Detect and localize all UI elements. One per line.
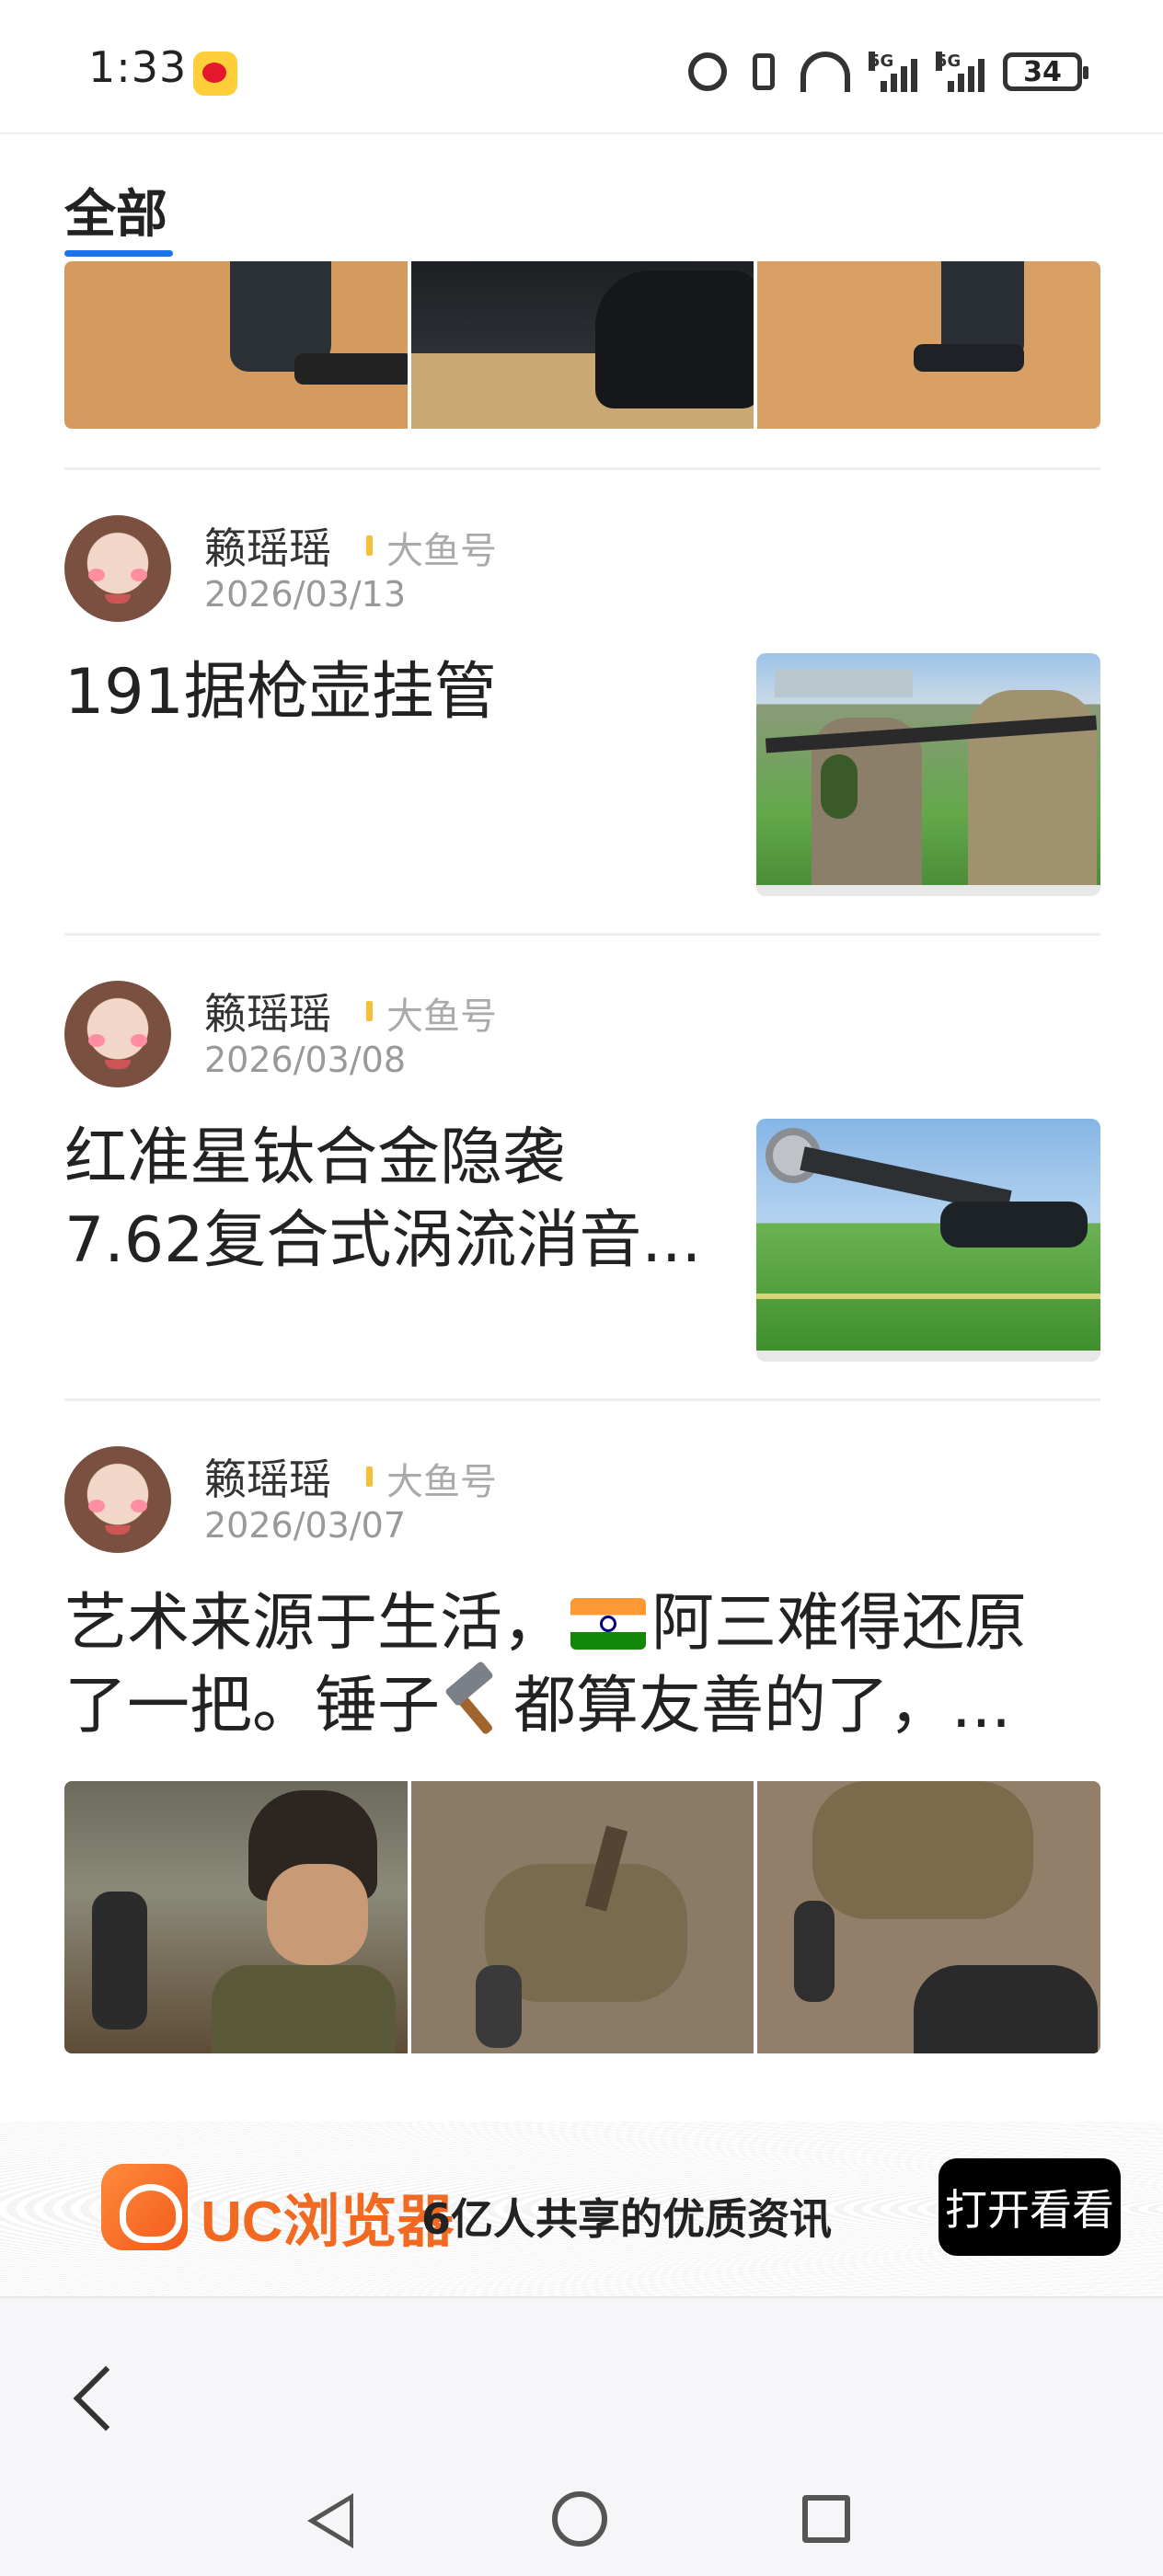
image-thumbnail[interactable] [64, 261, 408, 429]
source-label: 大鱼号 [386, 530, 497, 572]
source-dot [366, 1001, 373, 1021]
title-text: 阿三难得还原 [651, 1587, 1028, 1660]
article-card[interactable]: 籁瑶瑶 大鱼号 2026/03/08 红准星钛合金隐袭 7.62复合式涡流消音.… [64, 981, 1100, 1367]
author-name[interactable]: 籁瑶瑶 [204, 515, 331, 576]
image-thumbnail[interactable] [64, 1781, 408, 2053]
article-title-line: 艺术来源于生活， 阿三难得还原 [64, 1582, 1100, 1665]
status-bar: 1:33 5G 5G 34 [0, 0, 1163, 134]
network-type-label: 5G [869, 52, 894, 71]
status-time: 1:33 [88, 42, 188, 92]
signal-icon-1: 5G [869, 52, 917, 92]
article-card[interactable]: 籁瑶瑶 大鱼号 2026/03/07 艺术来源于生活， 阿三难得还原 了一把。锤子… [64, 1446, 1100, 2053]
publish-date: 2026/03/13 [204, 574, 407, 615]
author-row[interactable]: 籁瑶瑶 大鱼号 2026/03/08 [64, 981, 1100, 1091]
status-icons: 5G 5G 34 [688, 46, 1088, 98]
bottom-bar [0, 2296, 1163, 2576]
system-navigation-bar [0, 2482, 1163, 2556]
wifi-icon [800, 52, 850, 92]
image-thumbnail[interactable] [757, 261, 1100, 429]
article-title[interactable]: 191据枪壶挂管 [64, 651, 708, 734]
vibrate-icon [753, 53, 775, 90]
tab-bar: 全部 [0, 136, 1163, 261]
avatar[interactable] [64, 1446, 171, 1553]
previous-article-images[interactable] [64, 261, 1100, 429]
author-name[interactable]: 籁瑶瑶 [204, 1446, 331, 1507]
article-title-line: 了一把。锤子 都算友善的了，... [64, 1660, 1100, 1748]
open-app-button[interactable]: 打开看看 [938, 2158, 1121, 2256]
title-text: 了一把。锤子 [64, 1670, 441, 1742]
uc-browser-ad-banner[interactable]: UC浏览器 6亿人共享的优质资讯 打开看看 [0, 2122, 1163, 2296]
battery-icon: 34 [1003, 52, 1088, 91]
image-thumbnail[interactable] [757, 1781, 1100, 2053]
title-text: 艺术来源于生活， [64, 1587, 566, 1660]
avatar[interactable] [64, 981, 171, 1087]
india-flag-icon [570, 1598, 647, 1650]
avatar[interactable] [64, 515, 171, 622]
divider [64, 1398, 1100, 1401]
tab-all[interactable]: 全部 [64, 173, 167, 247]
weibo-app-icon [193, 52, 237, 96]
article-title-line: 红准星钛合金隐袭 [64, 1121, 566, 1194]
source-dot [366, 1466, 373, 1487]
ad-brand: UC浏览器 [201, 2191, 455, 2254]
title-text: 都算友善的了，... [513, 1670, 1011, 1742]
triangle-back-icon[interactable] [307, 2493, 353, 2548]
ad-slogan: 6亿人共享的优质资讯 [421, 2194, 833, 2244]
divider [64, 467, 1100, 470]
source-dot [366, 535, 373, 556]
circle-home-icon[interactable] [552, 2491, 607, 2547]
alarm-icon [688, 52, 727, 91]
source-label: 大鱼号 [386, 1461, 497, 1503]
image-thumbnail[interactable] [410, 261, 754, 429]
network-type-label: 5G [936, 52, 961, 71]
square-recent-icon[interactable] [802, 2495, 850, 2543]
tab-active-indicator [64, 250, 173, 257]
author-row[interactable]: 籁瑶瑶 大鱼号 2026/03/07 [64, 1446, 1100, 1557]
author-row[interactable]: 籁瑶瑶 大鱼号 2026/03/13 [64, 515, 1100, 626]
publish-date: 2026/03/08 [204, 1040, 407, 1080]
source-label: 大鱼号 [386, 995, 497, 1038]
hammer-icon [440, 1660, 510, 1736]
chevron-left-icon[interactable] [70, 2363, 125, 2436]
divider [64, 933, 1100, 936]
article-title-line: 7.62复合式涡流消音... [64, 1204, 702, 1277]
article-title[interactable]: 艺术来源于生活， 阿三难得还原 了一把。锤子 都算友善的了，... [64, 1582, 1100, 1748]
uc-browser-logo-icon [101, 2164, 188, 2250]
image-thumbnail[interactable] [410, 1781, 754, 2053]
article-title[interactable]: 红准星钛合金隐袭 7.62复合式涡流消音... [64, 1117, 727, 1282]
article-thumbnail[interactable] [756, 1119, 1100, 1362]
article-card[interactable]: 籁瑶瑶 大鱼号 2026/03/13 191据枪壶挂管 [64, 515, 1100, 902]
publish-date: 2026/03/07 [204, 1505, 407, 1546]
author-name[interactable]: 籁瑶瑶 [204, 981, 331, 1041]
article-image-row[interactable] [64, 1781, 1100, 2053]
signal-icon-2: 5G [936, 52, 985, 92]
article-thumbnail[interactable] [756, 653, 1100, 896]
